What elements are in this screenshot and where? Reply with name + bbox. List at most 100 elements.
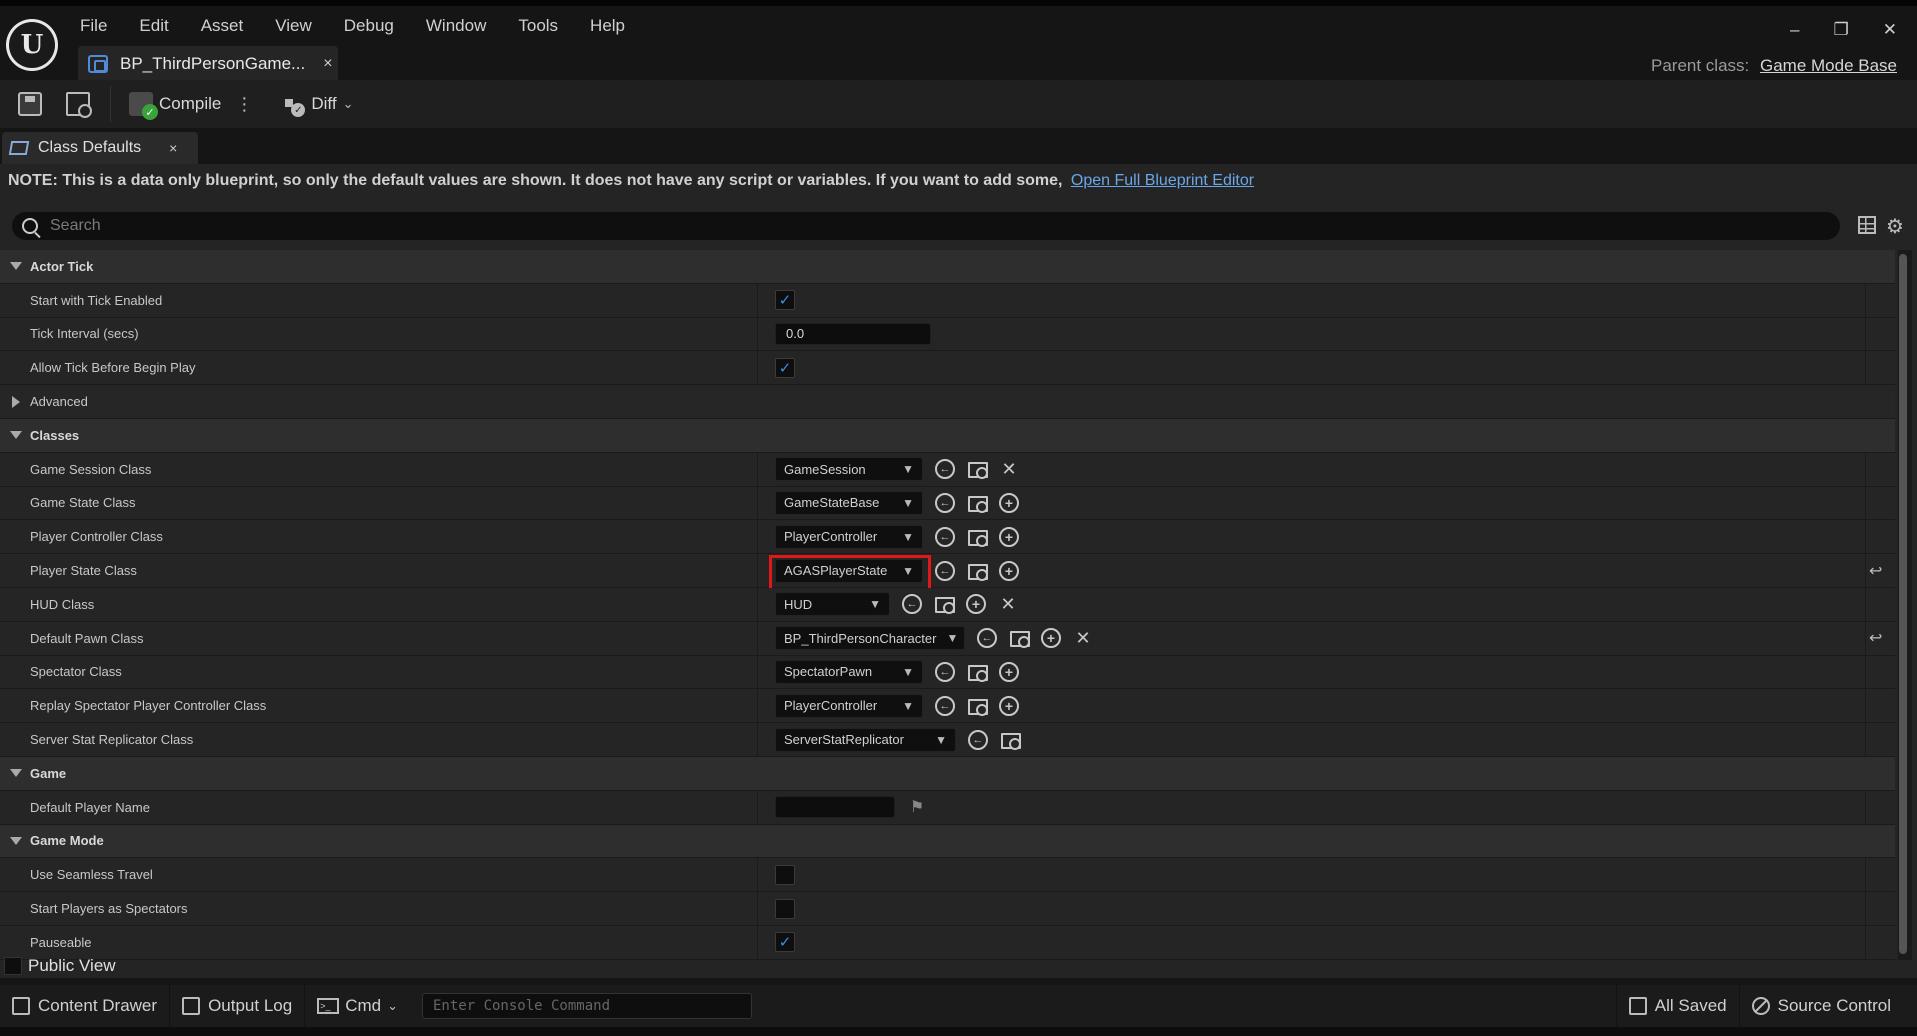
public-view-checkbox[interactable]: [4, 957, 22, 975]
browse-folder-icon[interactable]: [967, 662, 988, 682]
gear-icon[interactable]: ⚙: [1886, 214, 1904, 239]
reset-to-default-icon[interactable]: ↩: [1869, 561, 1882, 581]
compile-label: Compile: [159, 94, 222, 113]
property-row: Start Players as Spectators: [0, 892, 1895, 926]
reset-to-default-icon[interactable]: ↩: [1869, 628, 1882, 648]
server-stat-replicator-dropdown[interactable]: ServerStatReplicator ▼: [775, 727, 956, 752]
browse-folder-icon[interactable]: [967, 459, 988, 480]
use-selected-icon[interactable]: ←: [935, 560, 955, 581]
property-matrix-icon[interactable]: [1858, 216, 1876, 234]
add-icon[interactable]: +: [999, 560, 1019, 581]
clear-icon[interactable]: ✕: [1073, 628, 1093, 648]
source-control-button[interactable]: Source Control: [1738, 985, 1903, 1027]
hud-class-dropdown[interactable]: HUD ▼: [775, 592, 890, 617]
use-selected-icon[interactable]: ←: [977, 628, 997, 649]
add-icon[interactable]: +: [1041, 628, 1061, 649]
chevron-down-icon: ▼: [946, 631, 959, 646]
localization-flag-icon[interactable]: ⚑: [907, 797, 927, 817]
use-selected-icon[interactable]: ←: [935, 526, 955, 547]
property-row: Player Controller Class PlayerController…: [0, 520, 1895, 555]
use-selected-icon[interactable]: ←: [902, 594, 922, 615]
content-drawer-button[interactable]: Content Drawer: [0, 985, 171, 1027]
browse-folder-icon[interactable]: [967, 493, 988, 513]
add-icon[interactable]: +: [999, 695, 1019, 716]
browse-folder-icon[interactable]: [1000, 730, 1021, 750]
menu-debug[interactable]: Debug: [328, 12, 410, 40]
menu-window[interactable]: Window: [410, 12, 502, 40]
tab-class-defaults[interactable]: Class Defaults ×: [2, 132, 198, 164]
pauseable-checkbox[interactable]: ✓: [775, 932, 795, 953]
use-selected-icon[interactable]: ←: [935, 492, 955, 513]
use-selected-icon[interactable]: ←: [935, 459, 955, 480]
close-window-icon[interactable]: ✕: [1883, 20, 1897, 40]
save-icon[interactable]: [18, 92, 42, 116]
console-command-input[interactable]: Enter Console Command: [422, 993, 752, 1019]
public-view-label: Public View: [28, 956, 116, 975]
use-selected-icon[interactable]: ←: [935, 695, 955, 716]
save-status-icon: [1628, 997, 1647, 1015]
spectator-class-dropdown[interactable]: SpectatorPawn ▼: [775, 659, 923, 684]
toolbar-divider: [110, 86, 111, 122]
default-pawn-class-dropdown[interactable]: BP_ThirdPersonCharacter ▼: [775, 626, 965, 651]
advanced-expander[interactable]: Advanced: [0, 385, 1895, 419]
chevron-down-icon: ▼: [935, 732, 947, 747]
menu-edit[interactable]: Edit: [123, 12, 184, 40]
browse-folder-icon[interactable]: [967, 696, 988, 716]
seamless-travel-checkbox[interactable]: [775, 864, 795, 885]
search-input[interactable]: Search: [12, 212, 1840, 240]
cmd-dropdown[interactable]: >_ Cmd ⌄: [305, 985, 410, 1027]
scrollbar-thumb[interactable]: [1899, 254, 1907, 954]
close-panel-icon[interactable]: ×: [169, 140, 177, 156]
property-row: Default Pawn Class BP_ThirdPersonCharact…: [0, 621, 1895, 656]
allow-tick-checkbox[interactable]: ✓: [775, 357, 795, 378]
document-tab[interactable]: BP_ThirdPersonGame... ×: [78, 46, 338, 82]
replay-spectator-class-dropdown[interactable]: PlayerController ▼: [775, 693, 923, 718]
minimize-icon[interactable]: –: [1790, 20, 1799, 40]
all-saved-button[interactable]: All Saved: [1615, 985, 1739, 1027]
game-state-class-dropdown[interactable]: GameStateBase ▼: [775, 490, 923, 515]
tick-interval-field[interactable]: 0.0: [775, 322, 931, 345]
menu-asset[interactable]: Asset: [185, 12, 260, 40]
add-icon[interactable]: +: [999, 661, 1019, 682]
output-log-icon: [182, 997, 201, 1015]
menu-file[interactable]: File: [64, 12, 123, 40]
close-tab-icon[interactable]: ×: [323, 55, 332, 73]
browse-folder-icon[interactable]: [1009, 628, 1030, 649]
compile-button[interactable]: Compile: [129, 92, 222, 120]
open-full-editor-link[interactable]: Open Full Blueprint Editor: [1071, 172, 1254, 189]
category-classes[interactable]: Classes: [0, 418, 1895, 453]
player-state-class-dropdown[interactable]: AGASPlayerState ▼: [769, 554, 931, 599]
start-spectators-checkbox[interactable]: [775, 898, 795, 919]
browse-folder-icon[interactable]: [967, 561, 988, 581]
add-icon[interactable]: +: [966, 594, 986, 615]
menu-tools[interactable]: Tools: [502, 12, 574, 40]
start-with-tick-checkbox[interactable]: ✓: [775, 290, 795, 311]
category-game[interactable]: Game: [0, 756, 1895, 791]
game-session-class-dropdown[interactable]: GameSession ▼: [775, 457, 923, 482]
default-player-name-field[interactable]: [775, 796, 895, 819]
menu-help[interactable]: Help: [574, 12, 641, 40]
browse-folder-icon[interactable]: [934, 594, 955, 615]
use-selected-icon[interactable]: ←: [968, 729, 988, 750]
clear-icon[interactable]: ✕: [998, 594, 1018, 614]
menu-view[interactable]: View: [259, 12, 328, 40]
browse-asset-icon[interactable]: [66, 92, 92, 118]
category-label: Game: [30, 765, 67, 781]
class-defaults-icon: [8, 141, 30, 155]
clear-icon[interactable]: ✕: [999, 459, 1019, 479]
browse-folder-icon[interactable]: [967, 527, 988, 547]
add-icon[interactable]: +: [999, 526, 1019, 547]
use-selected-icon[interactable]: ←: [935, 661, 955, 682]
compile-options-icon[interactable]: ⋮: [235, 94, 253, 115]
unreal-logo-icon[interactable]: U: [6, 19, 58, 71]
public-view-toggle[interactable]: Public View: [0, 955, 1917, 977]
property-label: Tick Interval (secs): [0, 317, 758, 351]
parent-class-link[interactable]: Game Mode Base: [1760, 56, 1897, 75]
category-actor-tick[interactable]: Actor Tick: [0, 250, 1895, 284]
output-log-button[interactable]: Output Log: [170, 985, 306, 1027]
restore-icon[interactable]: ❐: [1834, 20, 1849, 40]
diff-button[interactable]: Diff ⌄: [283, 93, 353, 117]
category-game-mode[interactable]: Game Mode: [0, 824, 1895, 859]
player-controller-class-dropdown[interactable]: PlayerController ▼: [775, 524, 923, 549]
add-icon[interactable]: +: [999, 492, 1019, 513]
